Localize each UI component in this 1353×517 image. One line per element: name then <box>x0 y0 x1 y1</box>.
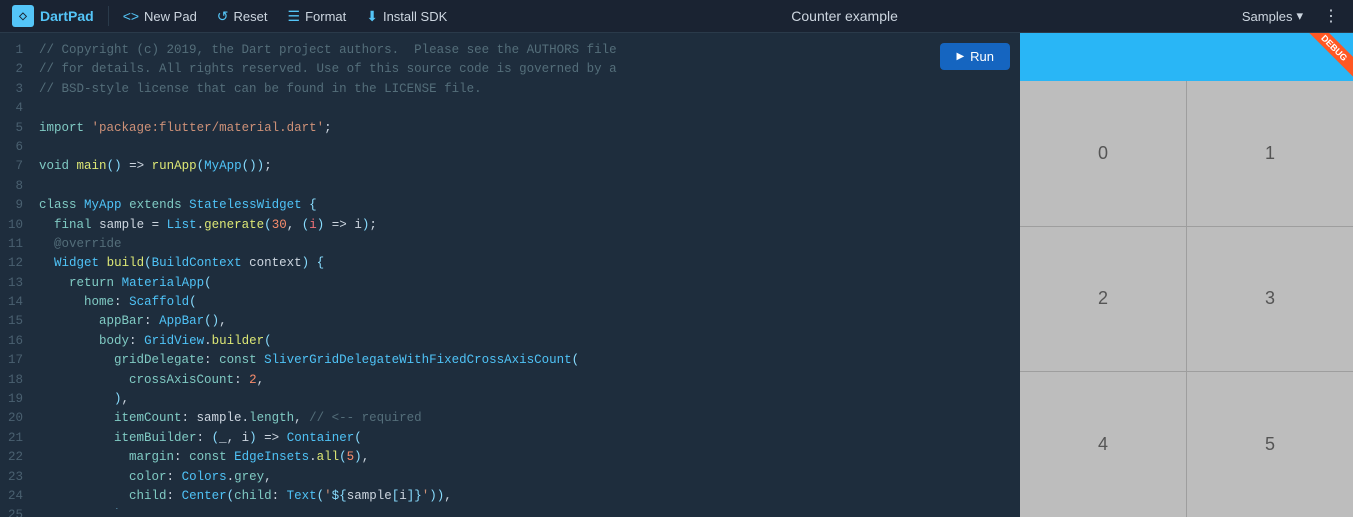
code-line: child: Center(child: Text('${sample[i]}'… <box>39 487 1012 506</box>
code-editor[interactable]: ▶ Run 12345 678910 1112131415 1617181920… <box>0 33 1020 517</box>
topbar-right: Samples ▾ ⋮ <box>1232 2 1345 30</box>
dartpad-label: DartPad <box>40 8 94 24</box>
install-sdk-label: Install SDK <box>383 9 447 24</box>
code-line: color: Colors.grey, <box>39 468 1012 487</box>
preview-cell-0: 0 <box>1020 81 1186 226</box>
code-line: ), <box>39 390 1012 409</box>
code-line: itemCount: sample.length, // <-- require… <box>39 409 1012 428</box>
code-line: // Copyright (c) 2019, the Dart project … <box>39 41 1012 60</box>
run-icon: ▶ <box>956 51 964 62</box>
run-button[interactable]: ▶ Run <box>940 43 1010 70</box>
new-pad-icon: <> <box>123 8 139 24</box>
install-sdk-button[interactable]: ⬇ Install SDK <box>356 4 457 29</box>
format-button[interactable]: ☰ Format <box>278 4 357 29</box>
new-pad-label: New Pad <box>144 9 197 24</box>
code-line <box>39 177 1012 196</box>
dartpad-logo: ◇ DartPad <box>8 5 104 27</box>
separator-1 <box>108 6 109 26</box>
code-line: return MaterialApp( <box>39 274 1012 293</box>
code-line: home: Scaffold( <box>39 293 1012 312</box>
line-numbers: 12345 678910 1112131415 1617181920 21222… <box>0 41 31 509</box>
dart-logo-icon: ◇ <box>12 5 34 27</box>
code-line: Widget build(BuildContext context) { <box>39 254 1012 273</box>
preview-cell-2: 2 <box>1020 227 1186 372</box>
preview-cell-1: 1 <box>1187 81 1353 226</box>
code-line: gridDelegate: const SliverGridDelegateWi… <box>39 351 1012 370</box>
code-line: itemBuilder: (_, i) => Container( <box>39 429 1012 448</box>
reset-label: Reset <box>234 9 268 24</box>
code-line: // for details. All rights reserved. Use… <box>39 60 1012 79</box>
chevron-down-icon: ▾ <box>1296 8 1303 24</box>
samples-button[interactable]: Samples ▾ <box>1232 4 1313 28</box>
preview-panel: DEBUG 0 1 2 3 4 5 <box>1020 33 1353 517</box>
code-line: void main() => runApp(MyApp()); <box>39 157 1012 176</box>
preview-cell-3: 3 <box>1187 227 1353 372</box>
topbar: ◇ DartPad <> New Pad ↺ Reset ☰ Format ⬇ … <box>0 0 1353 33</box>
format-label: Format <box>305 9 346 24</box>
page-title: Counter example <box>457 8 1232 24</box>
code-line: class MyApp extends StatelessWidget { <box>39 196 1012 215</box>
code-line <box>39 99 1012 118</box>
reset-icon: ↺ <box>217 8 229 25</box>
run-label: Run <box>970 49 994 64</box>
code-line: body: GridView.builder( <box>39 332 1012 351</box>
code-line: crossAxisCount: 2, <box>39 371 1012 390</box>
new-pad-button[interactable]: <> New Pad <box>113 4 207 28</box>
preview-grid: 0 1 2 3 4 5 <box>1020 81 1353 517</box>
editor-toolbar: ▶ Run <box>940 43 1010 70</box>
preview-cell-4: 4 <box>1020 372 1186 517</box>
code-line: import 'package:flutter/material.dart'; <box>39 119 1012 138</box>
format-icon: ☰ <box>288 8 301 25</box>
install-icon: ⬇ <box>366 8 378 25</box>
more-icon: ⋮ <box>1323 6 1339 26</box>
code-content: // Copyright (c) 2019, the Dart project … <box>31 41 1020 509</box>
debug-badge: DEBUG <box>1304 33 1353 79</box>
main-area: ▶ Run 12345 678910 1112131415 1617181920… <box>0 33 1353 517</box>
code-line: ), <box>39 506 1012 509</box>
samples-label: Samples <box>1242 9 1293 24</box>
code-line: // BSD-style license that can be found i… <box>39 80 1012 99</box>
code-line: final sample = List.generate(30, (i) => … <box>39 216 1012 235</box>
debug-badge-container: DEBUG <box>1293 33 1353 93</box>
reset-button[interactable]: ↺ Reset <box>207 4 278 29</box>
code-line: appBar: AppBar(), <box>39 312 1012 331</box>
more-button[interactable]: ⋮ <box>1317 2 1345 30</box>
code-line <box>39 138 1012 157</box>
code-line: @override <box>39 235 1012 254</box>
code-line: margin: const EdgeInsets.all(5), <box>39 448 1012 467</box>
preview-cell-5: 5 <box>1187 372 1353 517</box>
code-area[interactable]: 12345 678910 1112131415 1617181920 21222… <box>0 33 1020 517</box>
